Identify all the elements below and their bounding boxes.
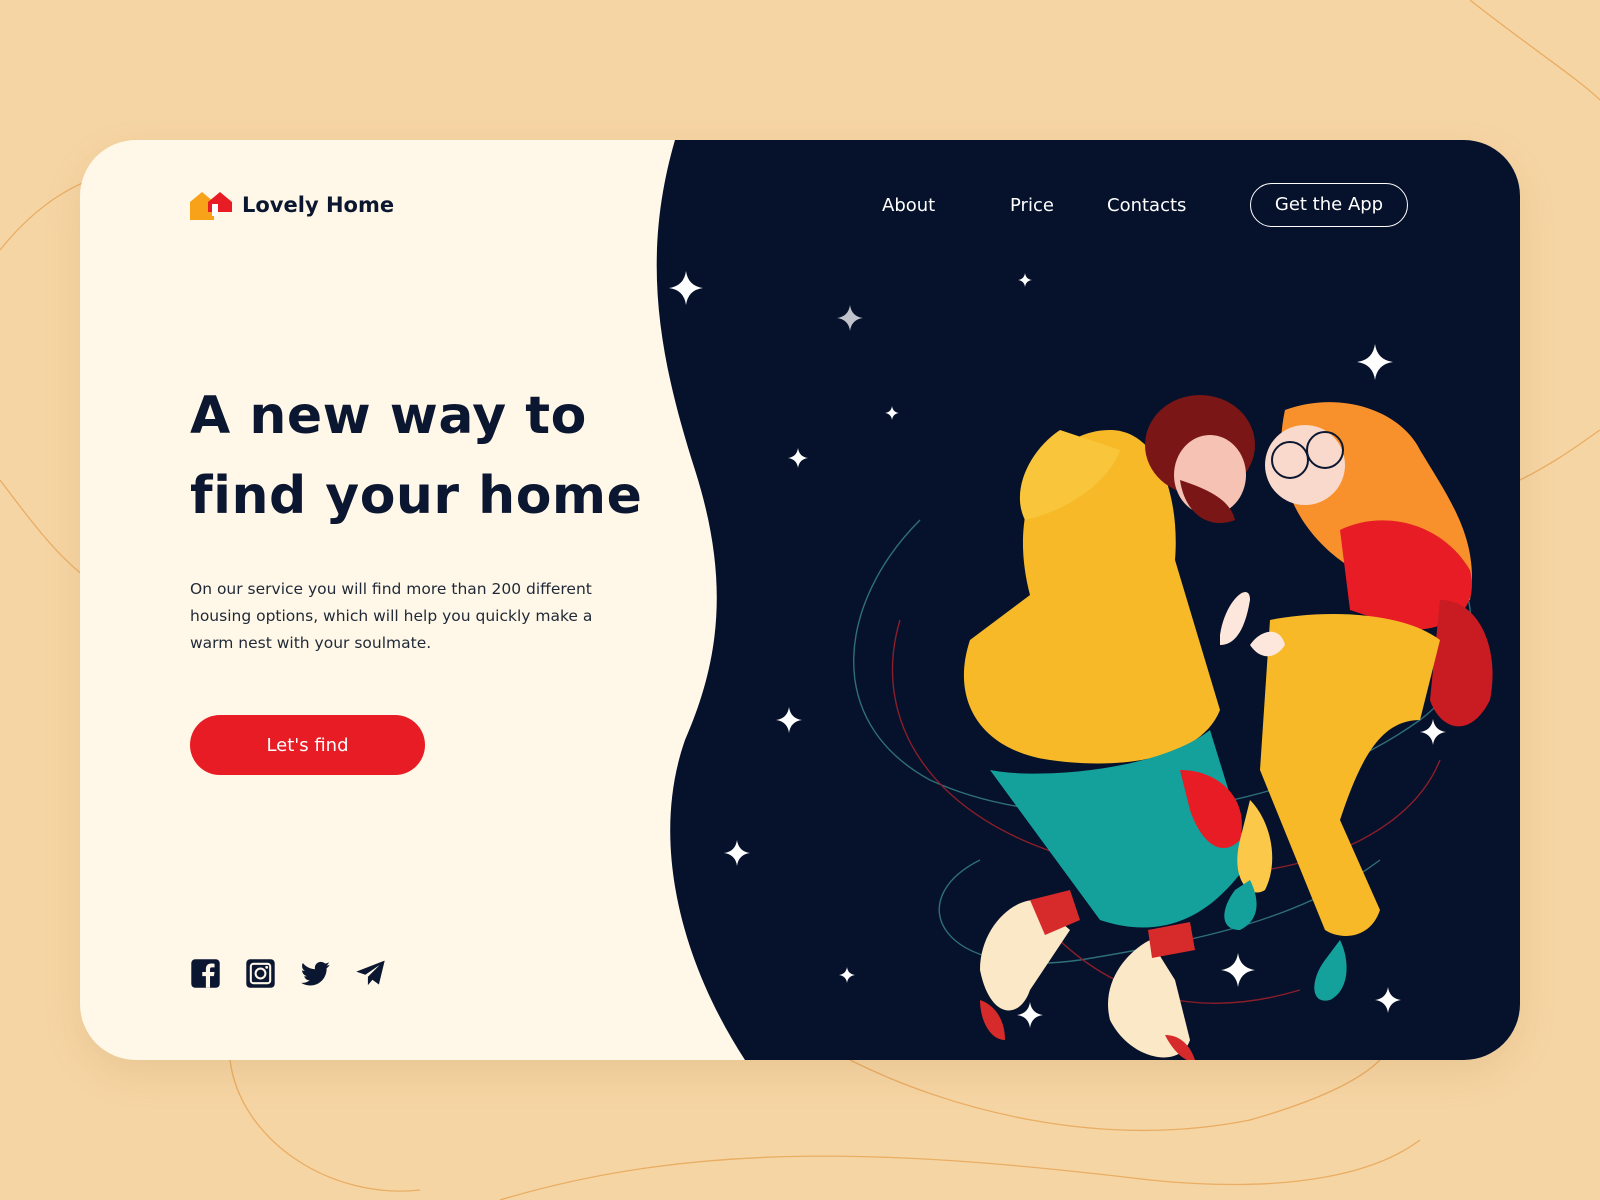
telegram-link[interactable] bbox=[355, 958, 386, 989]
brand-logo[interactable]: Lovely Home bbox=[190, 190, 394, 220]
nav-contacts[interactable]: Contacts bbox=[1107, 186, 1186, 226]
house-icon bbox=[190, 192, 232, 220]
instagram-icon bbox=[246, 959, 275, 988]
get-the-app-button[interactable]: Get the App bbox=[1250, 183, 1408, 227]
brand-name: Lovely Home bbox=[242, 193, 395, 217]
couple-floating-illustration bbox=[853, 395, 1493, 1060]
telegram-icon bbox=[356, 960, 385, 986]
woman-figure bbox=[1224, 402, 1493, 1001]
landing-card: Lovely Home About Price Contacts Get the… bbox=[80, 140, 1520, 1060]
twitter-icon bbox=[300, 961, 330, 986]
facebook-icon bbox=[191, 959, 220, 988]
nav-about[interactable]: About bbox=[882, 186, 935, 226]
nav-price[interactable]: Price bbox=[1010, 186, 1054, 226]
hero-description: On our service you will find more than 2… bbox=[190, 580, 593, 652]
twitter-link[interactable] bbox=[300, 958, 331, 989]
hero-title: A new way to find your home bbox=[190, 386, 643, 526]
lets-find-button[interactable]: Let's find bbox=[190, 715, 425, 775]
facebook-link[interactable] bbox=[190, 958, 221, 989]
instagram-link[interactable] bbox=[245, 958, 276, 989]
social-links bbox=[190, 958, 386, 989]
man-figure bbox=[963, 395, 1255, 1060]
